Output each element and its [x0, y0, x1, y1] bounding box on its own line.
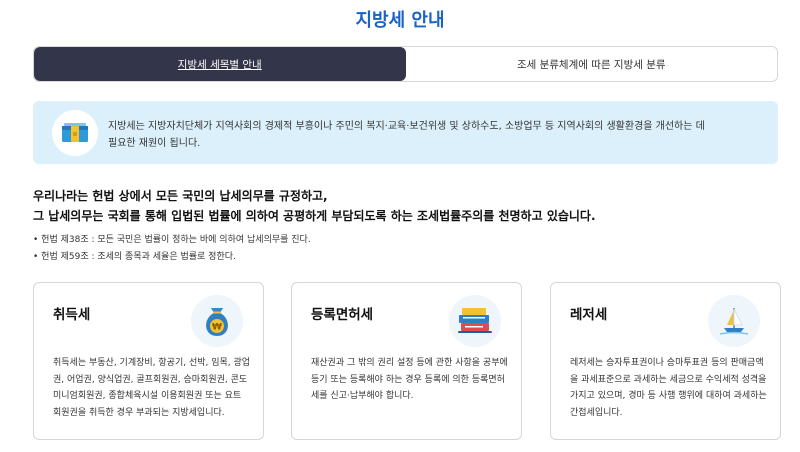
- documents-icon: [449, 295, 501, 347]
- card-description: 재산권과 그 밖의 권리 설정 등에 관한 사항을 공부에 등기 또는 등록해야…: [311, 358, 508, 401]
- info-text: 지방세는 지방자치단체가 지역사회의 경제적 부흥이나 주민의 복지·교육·보건…: [108, 121, 705, 149]
- tab-local-tax-by-item[interactable]: 지방세 세목별 안내: [34, 47, 406, 81]
- tab-bar: 지방세 세목별 안내 조세 분류체계에 따른 지방세 분류: [33, 46, 778, 82]
- card-registration-license-tax[interactable]: 등록면허세 재산권과 그 밖의 권리 설정 등에 관한 사항을 공부에 등기 또…: [291, 282, 522, 440]
- svg-text:₩: ₩: [212, 323, 222, 333]
- card-description: 취득세는 부동산, 기계장비, 항공기, 선박, 임목, 광업권, 어업권, 양…: [53, 358, 251, 418]
- card-description: 레저세는 승자투표권이나 승마투표권 등의 판매금액을 과세표준으로 과세하는 …: [570, 358, 767, 418]
- money-bag-icon: ₩: [191, 295, 243, 347]
- page-title: 지방세 안내: [355, 10, 445, 31]
- tab-local-tax-classification[interactable]: 조세 분류체계에 따른 지방세 분류: [406, 47, 778, 81]
- card-title: 레저세: [570, 307, 608, 323]
- card-title: 취득세: [53, 307, 91, 323]
- info-box: 지방세는 지방자치단체가 지역사회의 경제적 부흥이나 주민의 복지·교육·보건…: [33, 101, 778, 164]
- list-item: 헌법 제38조 : 모든 국민은 법률이 정하는 바에 의하여 납세의무를 진다…: [33, 232, 773, 249]
- card-title: 등록면허세: [311, 307, 374, 323]
- sailboat-icon: [708, 295, 760, 347]
- card-acquisition-tax[interactable]: 취득세 ₩ 취득세는 부동산, 기계장비, 항공기, 선박, 임목, 광업권, …: [33, 282, 264, 440]
- list-item: 헌법 제59조 : 조세의 종목과 세율은 법률로 정한다.: [33, 249, 773, 266]
- constitution-articles: 헌법 제38조 : 모든 국민은 법률이 정하는 바에 의하여 납세의무를 진다…: [33, 232, 773, 266]
- money-box-icon: [52, 110, 98, 156]
- lead-text: 우리나라는 헌법 상에서 모든 국민의 납세의무를 규정하고, 그 납세의무는 …: [33, 189, 596, 223]
- card-leisure-tax[interactable]: 레저세 레저세는 승자투표권이나 승마투표권 등의 판매금액을 과세표준으로 과…: [550, 282, 781, 440]
